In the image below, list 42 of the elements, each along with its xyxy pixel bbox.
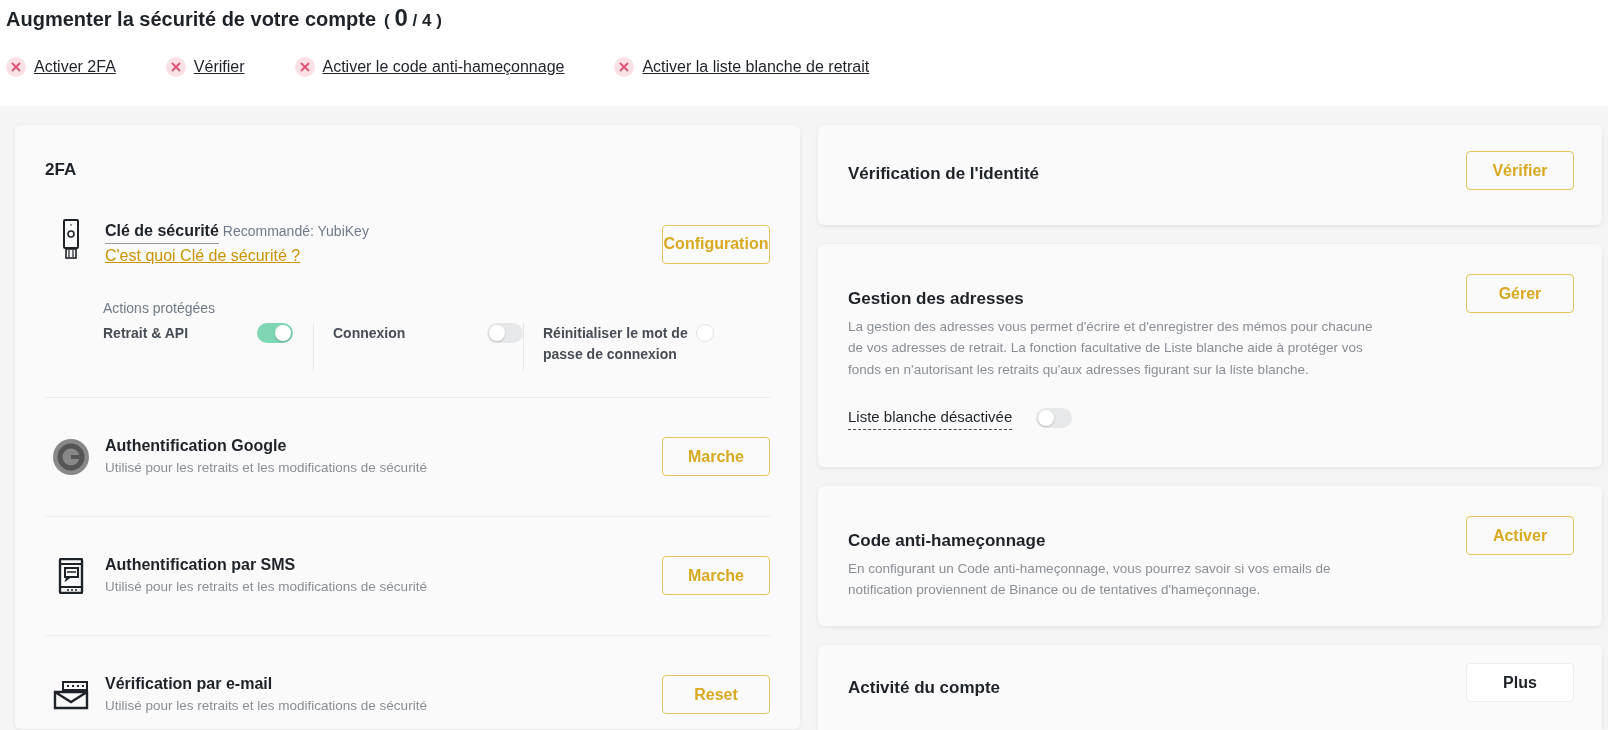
panel-description: En configurant un Code anti-hameçonnage, vous pourrez savoir si vos emails de notification proviennent de Binance ou de tentatives d'hameçonnage. — [848, 559, 1332, 600]
progress-counter: ( 0 / 4 ) — [384, 4, 442, 33]
panel-title: Vérification de l'identité — [848, 163, 1041, 185]
usb-key-icon — [61, 218, 81, 259]
section-label: Actions protégées — [103, 298, 217, 318]
toggle-switch[interactable] — [257, 322, 293, 343]
toggle-label: Liste blanche désactivée — [848, 406, 1013, 430]
section-title: 2FA — [45, 159, 78, 181]
action-button[interactable]: Vérifier — [1466, 151, 1574, 190]
key-title: Clé de sécurité — [105, 218, 219, 244]
panel-title: Activité du compte — [848, 677, 1002, 699]
action-button[interactable]: Gérer — [1466, 274, 1574, 313]
task-link[interactable]: Activer la liste blanche de retrait — [642, 54, 870, 79]
authenticator-icon — [53, 438, 89, 475]
method-description: Utilisé pour les retraits et les modifications de sécurité — [105, 697, 428, 716]
action-button[interactable]: Marche — [662, 437, 770, 476]
action-label: Connexion — [333, 323, 406, 343]
action-label: Réinitialiser le mot de passe de connexion — [543, 323, 689, 364]
method-title: Authentification Google — [105, 436, 288, 457]
task-link[interactable]: Vérifier — [193, 54, 245, 79]
page-title: Augmenter la sécurité de votre compte — [6, 7, 377, 31]
recommendation-text: Recommandé: YubiKey — [222, 221, 369, 241]
phone-message-icon — [58, 557, 84, 594]
method-title: Vérification par e-mail — [105, 674, 274, 695]
toggle-switch[interactable] — [1036, 408, 1073, 429]
action-button[interactable]: Marche — [662, 556, 770, 595]
help-link[interactable]: C'est quoi Clé de sécurité ? — [105, 246, 301, 264]
envelope-icon — [53, 679, 89, 710]
panel-title: Code anti-hameçonnage — [848, 530, 1047, 552]
method-description: Utilisé pour les retraits et les modifications de sécurité — [105, 459, 428, 478]
task-link[interactable]: Activer le code anti-hameçonnage — [322, 54, 565, 79]
more-button[interactable]: Plus — [1466, 663, 1574, 702]
panel-title: Gestion des adresses — [848, 288, 1025, 310]
method-description: Utilisé pour les retraits et les modifications de sécurité — [105, 578, 428, 597]
panel-description: La gestion des adresses vous permet d'écrire et d'enregistrer des mémos pour chacune de vos adresses de retrait. La fonction facultative de Liste blanche aide à protéger vos fonds en n'autorisant les retraits qu'aux adresses figurant sur la liste blanche. — [848, 317, 1374, 379]
action-button[interactable]: Activer — [1466, 516, 1574, 555]
action-label: Retrait & API — [103, 323, 189, 343]
action-button[interactable]: Reset — [662, 675, 770, 714]
task-link[interactable]: Activer 2FA — [34, 54, 116, 79]
method-title: Authentification par SMS — [105, 555, 297, 576]
toggle-switch[interactable] — [487, 322, 523, 343]
action-button[interactable]: Configuration — [662, 224, 770, 264]
